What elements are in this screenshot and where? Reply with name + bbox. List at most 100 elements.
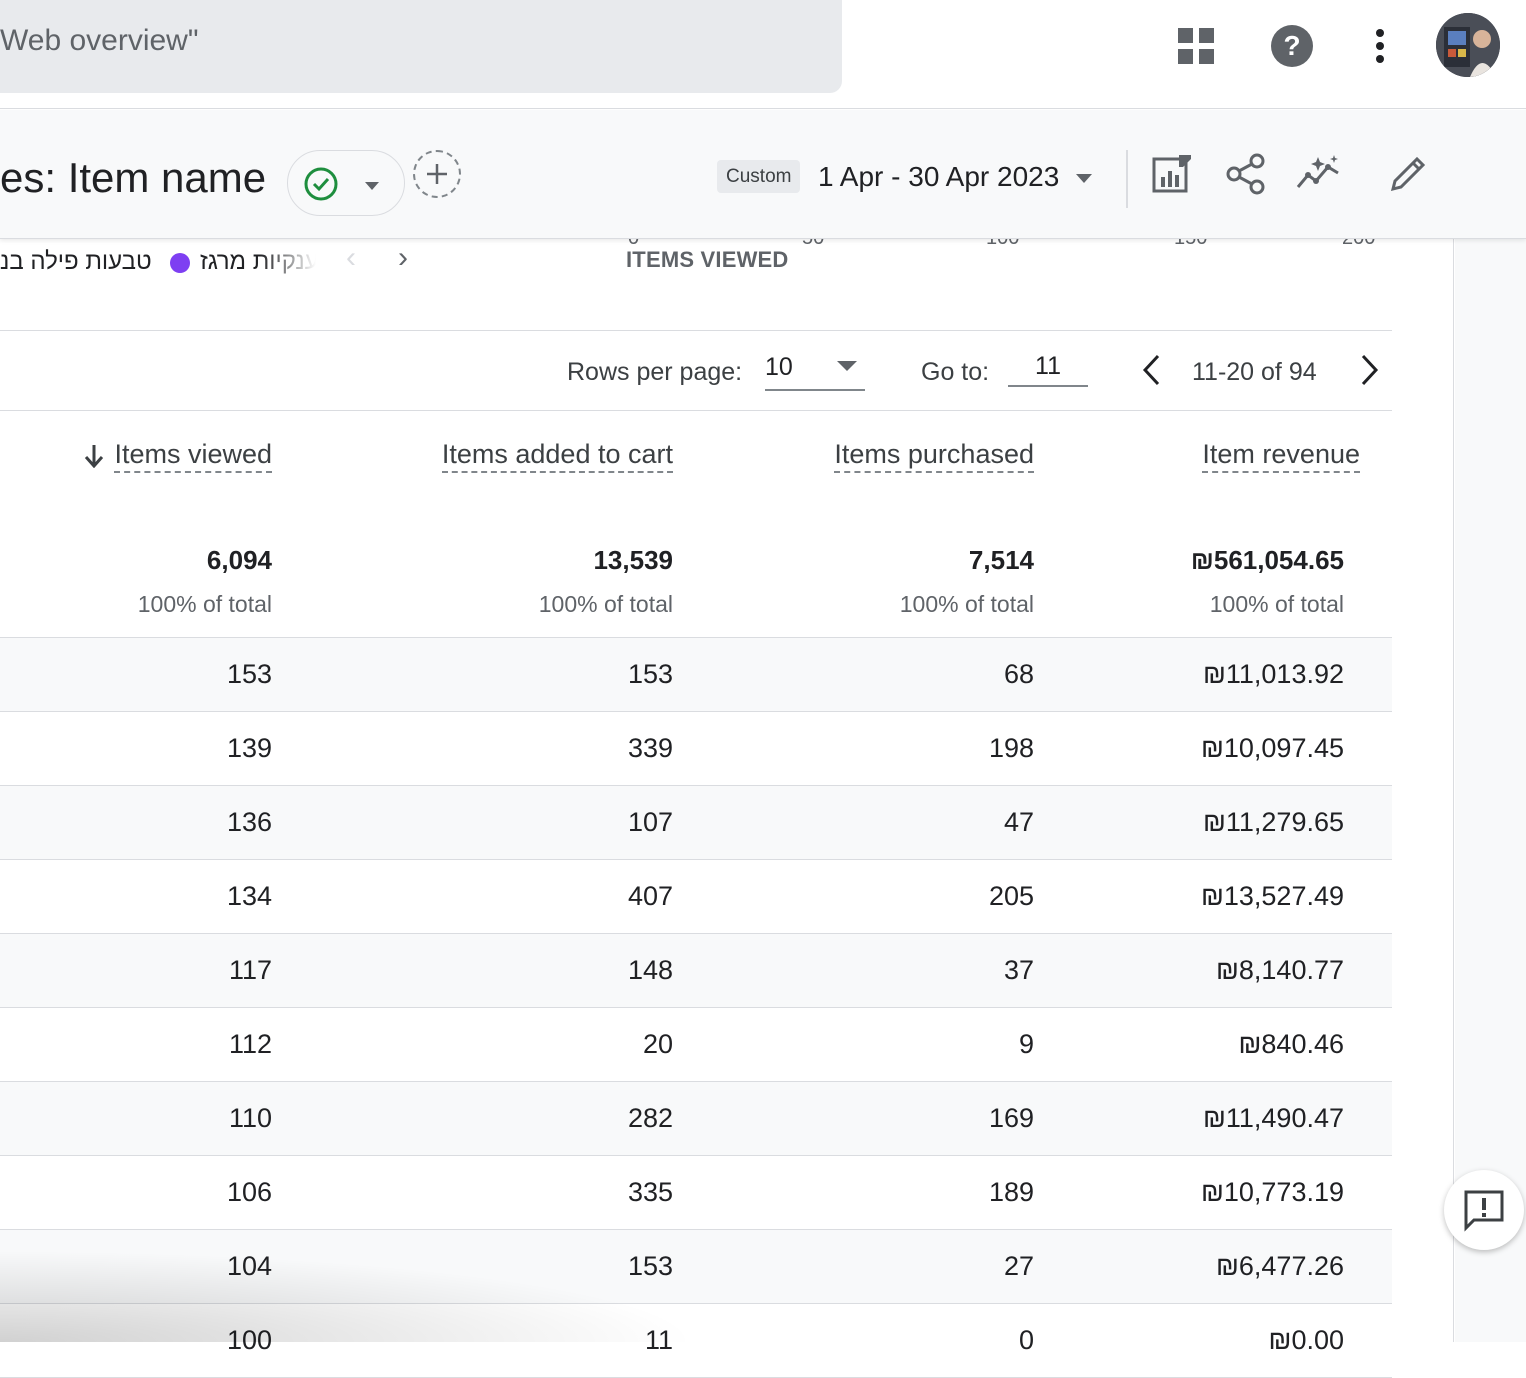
next-page-button[interactable]: [1352, 353, 1386, 387]
cell-items-purchased: 68: [1003, 659, 1034, 689]
apps-grid-icon[interactable]: [1172, 22, 1220, 70]
table-pagination: Rows per page: 10 Go to: 11-20 of 94: [0, 331, 1392, 411]
cell-item-revenue: ₪11,013.92: [1202, 659, 1344, 689]
goto-label: Go to:: [921, 358, 990, 386]
report-card: 0 50 100 150 200 ITEMS VIEWED טבעות פילה…: [0, 227, 1454, 1378]
cell-items-added-to-cart: 11: [644, 1325, 673, 1355]
column-header-label: Item revenue: [1202, 439, 1360, 473]
total-value: 6,094: [206, 545, 272, 575]
cell-item-revenue: ₪13,527.49: [1200, 881, 1344, 911]
cell-items-viewed: 100: [226, 1325, 272, 1355]
cell-item-revenue: ₪10,773.19: [1200, 1177, 1344, 1207]
data-quality-selector[interactable]: [287, 150, 405, 216]
cell-items-added-to-cart: 20: [642, 1029, 673, 1059]
total-percent: 100% of total: [899, 591, 1034, 617]
search-query-text: Web overview": [0, 24, 199, 57]
column-header-label: Items viewed: [114, 439, 272, 473]
legend-item-label[interactable]: טבעות פילה בנ: [0, 248, 152, 276]
caret-down-icon: [837, 361, 857, 371]
cell-item-revenue: ₪11,279.65: [1202, 807, 1344, 837]
cell-items-purchased: 37: [1003, 955, 1034, 985]
chevron-left-icon: [1142, 354, 1160, 386]
total-percent: 100% of total: [538, 591, 673, 617]
rows-per-page-value: 10: [765, 353, 793, 381]
cell-items-purchased: 0: [1018, 1325, 1034, 1355]
cell-items-added-to-cart: 107: [627, 807, 673, 837]
cell-items-viewed: 139: [226, 733, 272, 763]
table-header-row: Items viewed Items added to cart Items p…: [0, 411, 1392, 521]
cell-items-added-to-cart: 153: [627, 1251, 673, 1281]
legend-fade-overlay: [260, 239, 330, 289]
cell-items-purchased: 169: [988, 1103, 1034, 1133]
cell-items-purchased: 27: [1003, 1251, 1034, 1281]
cell-items-viewed: 106: [226, 1177, 272, 1207]
cell-items-purchased: 189: [988, 1177, 1034, 1207]
cell-items-added-to-cart: 153: [627, 659, 673, 689]
user-avatar[interactable]: [1436, 13, 1500, 77]
table-row[interactable]: 110 282 169 ₪11,490.47: [0, 1082, 1392, 1156]
total-value: 13,539: [593, 545, 673, 575]
total-percent: 100% of total: [1209, 591, 1344, 617]
table-row[interactable]: 153 153 68 ₪11,013.92: [0, 638, 1392, 712]
total-percent: 100% of total: [137, 591, 272, 617]
cell-items-added-to-cart: 339: [627, 733, 673, 763]
table-totals-row: 6,094 100% of total 13,539 100% of total…: [0, 521, 1392, 638]
feedback-button[interactable]: [1444, 1170, 1524, 1250]
check-circle-icon: [304, 167, 338, 201]
share-icon[interactable]: [1224, 152, 1268, 196]
column-header-label: Items purchased: [834, 439, 1034, 473]
customize-report-icon[interactable]: [1150, 152, 1194, 196]
cell-item-revenue: ₪0.00: [1268, 1325, 1344, 1355]
plus-icon: [427, 164, 447, 184]
column-header-items-added-to-cart[interactable]: Items added to cart: [441, 439, 673, 473]
table-row[interactable]: 112 20 9 ₪840.46: [0, 1008, 1392, 1082]
table-row[interactable]: 134 407 205 ₪13,527.49: [0, 860, 1392, 934]
chevron-right-icon: [1361, 354, 1379, 386]
date-range-text: 1 Apr - 30 Apr 2023: [818, 161, 1060, 192]
cell-items-viewed: 117: [228, 955, 272, 985]
legend-prev-icon[interactable]: ‹: [346, 241, 356, 275]
cell-items-added-to-cart: 335: [627, 1177, 673, 1207]
search-bar[interactable]: Web overview": [0, 0, 842, 93]
cell-item-revenue: ₪11,490.47: [1202, 1103, 1344, 1133]
caret-down-icon: [1076, 173, 1093, 183]
add-comparison-button[interactable]: [413, 150, 461, 198]
table-row[interactable]: 104 153 27 ₪6,477.26: [0, 1230, 1392, 1304]
rows-per-page-label: Rows per page:: [567, 358, 743, 386]
cell-items-purchased: 205: [988, 881, 1034, 911]
page-range-text: 11-20 of 94: [1192, 358, 1317, 386]
column-header-item-revenue[interactable]: Item revenue: [1202, 439, 1360, 473]
table-row[interactable]: 106 335 189 ₪10,773.19: [0, 1156, 1392, 1230]
cell-items-purchased: 198: [988, 733, 1034, 763]
cell-item-revenue: ₪10,097.45: [1200, 733, 1344, 763]
table-row[interactable]: 100 11 0 ₪0.00: [0, 1304, 1392, 1378]
total-value: 7,514: [968, 545, 1034, 575]
cell-item-revenue: ₪8,140.77: [1215, 955, 1344, 985]
edit-pencil-icon[interactable]: [1386, 152, 1430, 196]
table-row[interactable]: 117 148 37 ₪8,140.77: [0, 934, 1392, 1008]
feedback-icon: [1464, 1190, 1504, 1232]
rows-per-page-select[interactable]: 10: [765, 349, 865, 391]
help-icon[interactable]: ?: [1268, 22, 1316, 70]
goto-page-input[interactable]: [1008, 347, 1088, 387]
legend-next-icon[interactable]: ›: [398, 241, 408, 275]
cell-item-revenue: ₪6,477.26: [1215, 1251, 1344, 1281]
cell-items-purchased: 9: [1018, 1029, 1034, 1059]
previous-page-button[interactable]: [1135, 353, 1169, 387]
caret-down-icon: [365, 182, 379, 190]
more-vert-icon[interactable]: [1356, 22, 1404, 70]
sort-descending-icon: [85, 444, 104, 468]
column-header-label: Items added to cart: [441, 439, 673, 473]
column-header-items-purchased[interactable]: Items purchased: [834, 439, 1034, 473]
table-row[interactable]: 136 107 47 ₪11,279.65: [0, 786, 1392, 860]
cell-items-viewed: 134: [226, 881, 272, 911]
top-bar: Web overview" ?: [0, 0, 1526, 109]
report-title: es: Item name: [0, 154, 267, 201]
cell-items-added-to-cart: 148: [627, 955, 673, 985]
insights-icon[interactable]: [1296, 152, 1340, 196]
cell-items-viewed: 136: [226, 807, 272, 837]
svg-text:?: ?: [1283, 30, 1300, 61]
date-range-picker[interactable]: 1 Apr - 30 Apr 2023: [818, 161, 1093, 193]
table-row[interactable]: 139 339 198 ₪10,097.45: [0, 712, 1392, 786]
column-header-items-viewed[interactable]: Items viewed: [84, 439, 272, 473]
